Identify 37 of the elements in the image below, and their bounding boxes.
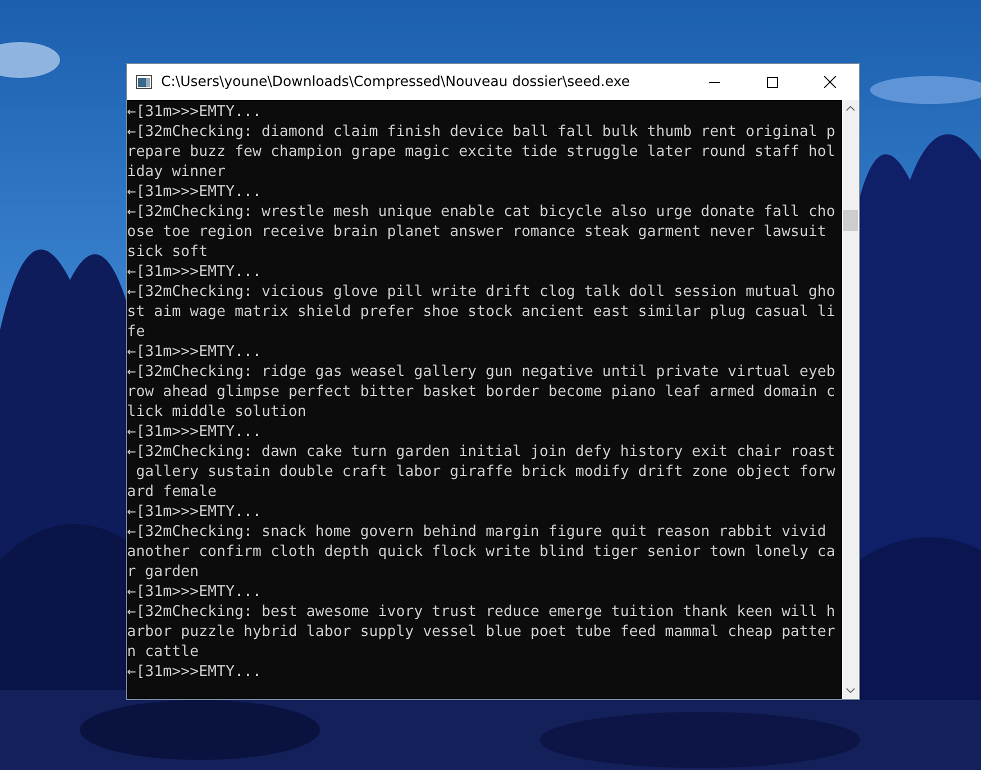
console-line: r garden [127, 561, 200, 581]
console-line: ←[31m>>>EMTY... [127, 501, 262, 521]
console-line: ard female [127, 481, 218, 501]
console-line: ←[31m>>>EMTY... [127, 101, 262, 121]
scrollbar[interactable] [842, 100, 859, 699]
console-line: st aim wage matrix shield prefer shoe stock ancient east similar plug casual li [127, 301, 836, 321]
console-line: ←[31m>>>EMTY... [127, 581, 262, 601]
console-line: iday winner [127, 161, 227, 181]
console-line: ←[32mChecking: dawn cake turn garden initial join defy history exit chair roast [127, 441, 836, 461]
console-line: n cattle [127, 641, 200, 661]
console-line: another confirm cloth depth quick flock write blind tiger senior town lonely ca [127, 541, 836, 561]
console-line: ←[31m>>>EMTY... [127, 261, 262, 281]
console-line: ←[31m>>>EMTY... [127, 341, 262, 361]
chevron-up-icon [846, 106, 855, 111]
console-line: gallery sustain double craft labor giraffe brick modify drift zone object forw [134, 461, 836, 481]
console-line: sick soft [127, 241, 209, 261]
console-line: ←[32mChecking: wrestle mesh unique enable cat bicycle also urge donate fall cho [127, 201, 836, 221]
maximize-icon [766, 76, 778, 88]
console-line: ←[32mChecking: ridge gas weasel gallery gun negative until private virtual eyeb [127, 361, 836, 381]
close-icon [824, 76, 836, 88]
console-line: ←[31m>>>EMTY... [127, 661, 262, 681]
console-app-icon [136, 75, 152, 89]
chevron-down-icon [846, 688, 855, 693]
console-line: fe [127, 321, 146, 341]
console-line: lick middle solution [127, 401, 308, 421]
window-title: C:\Users\youne\Downloads\Compressed\Nouveau dossier\seed.exe [161, 74, 631, 90]
console-line: row ahead glimpse perfect bitter basket border become piano leaf armed domain c [127, 381, 836, 401]
console-line: ←[31m>>>EMTY... [127, 421, 262, 441]
console-line: ←[31m>>>EMTY... [127, 181, 262, 201]
console-line: repare buzz few champion grape magic excite tide struggle later round staff hol [127, 141, 836, 161]
console-line: ←[32mChecking: snack home govern behind margin figure quit reason rabbit vivid [127, 521, 828, 541]
scroll-thumb[interactable] [843, 210, 858, 231]
console-line: arbor puzzle hybrid labor supply vessel blue poet tube feed mammal cheap patter [127, 621, 836, 641]
console-line: ose toe region receive brain planet answer romance steak garment never lawsuit [127, 221, 828, 241]
console-line: ←[32mChecking: vicious glove pill write drift clog talk doll session mutual gho [127, 281, 836, 301]
console-line: ←[32mChecking: best awesome ivory trust reduce emerge tuition thank keen will h [127, 601, 836, 621]
console-line: ←[32mChecking: diamond claim finish device ball fall bulk thumb rent original p [127, 121, 836, 141]
